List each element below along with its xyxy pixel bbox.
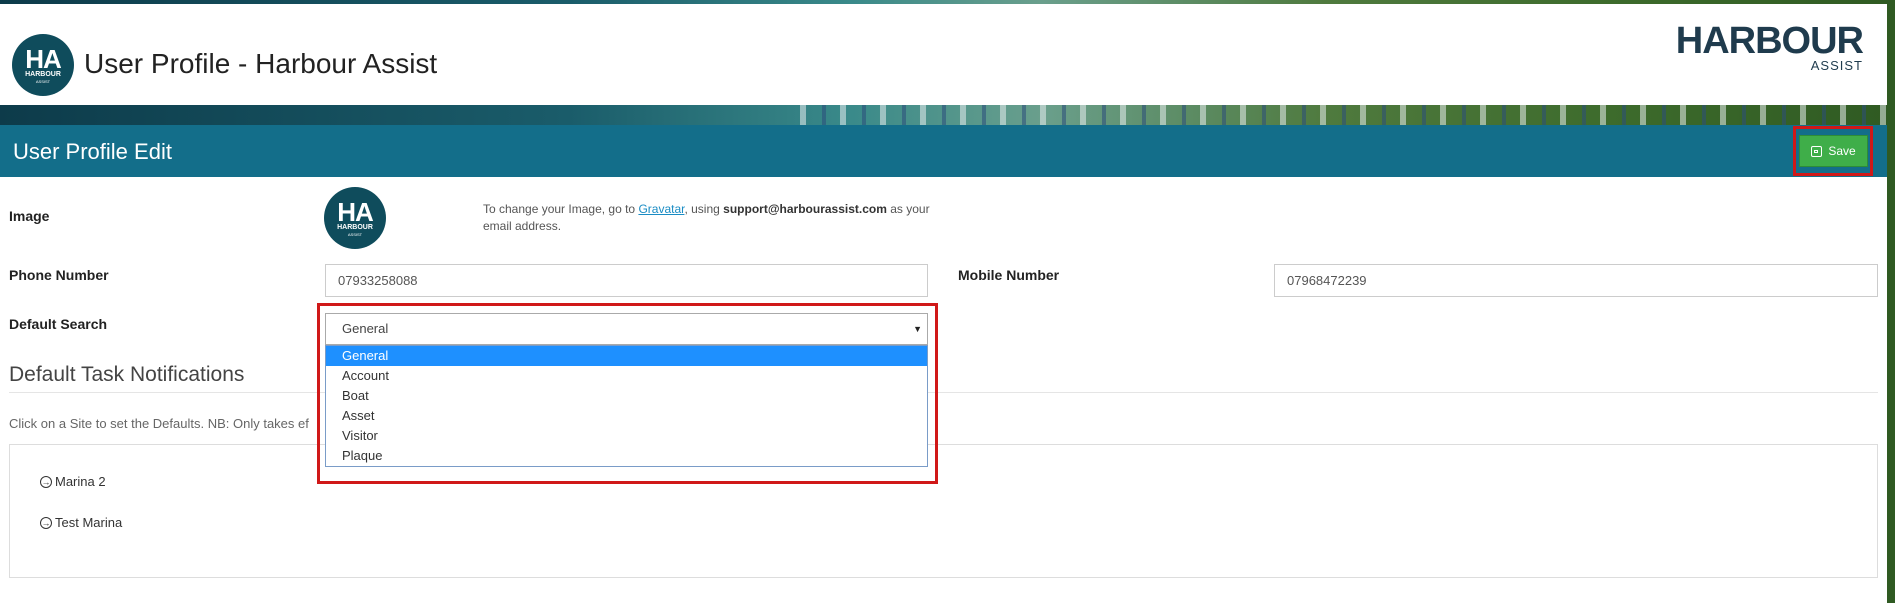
divider (9, 392, 1878, 393)
save-button[interactable]: Save (1799, 135, 1868, 167)
avatar: HA HARBOUR ASSIST (324, 187, 386, 249)
phone-label: Phone Number (9, 267, 109, 283)
brand-logo: HARBOUR ASSIST (1675, 20, 1864, 72)
sites-panel: → Marina 2 → Test Marina (9, 444, 1878, 578)
notifications-note: Click on a Site to set the Defaults. NB:… (9, 416, 309, 431)
arrow-circle-right-icon: → (40, 516, 52, 529)
page-title: User Profile - Harbour Assist (84, 48, 438, 79)
save-label: Save (1828, 144, 1856, 158)
dropdown-highlight (317, 303, 938, 484)
logo-text: HARBOUR (25, 70, 61, 78)
section-title: User Profile Edit (13, 139, 172, 164)
mobile-label: Mobile Number (958, 267, 1060, 283)
help-text: , using (684, 202, 724, 216)
page-header: HA HARBOUR ASSIST User Profile - Harbour… (0, 4, 1887, 105)
phone-number-input[interactable]: 07933258088 (325, 264, 928, 297)
mobile-number-input[interactable]: 07968472239 (1274, 264, 1878, 297)
avatar-text: ASSIST (347, 231, 363, 237)
logo-text: ASSIST (35, 78, 51, 84)
avatar-text: HA (337, 196, 374, 227)
image-help-text: To change your Image, go to Gravatar, us… (483, 201, 943, 235)
image-label: Image (9, 208, 50, 224)
help-text: To change your Image, go to (483, 202, 639, 216)
arrow-circle-right-icon: → (40, 475, 52, 488)
support-email: support@harbourassist.com (723, 202, 887, 216)
site-label: Marina 2 (55, 474, 106, 489)
site-label: Test Marina (55, 515, 123, 530)
site-marina-2[interactable]: → Marina 2 (40, 474, 106, 489)
avatar-text: HARBOUR (337, 223, 373, 231)
logo-text: HA (25, 43, 62, 74)
gravatar-link[interactable]: Gravatar (638, 202, 684, 216)
notifications-title: Default Task Notifications (9, 363, 245, 386)
brand-name: HARBOUR (1675, 20, 1864, 62)
default-search-label: Default Search (9, 316, 108, 332)
site-test-marina[interactable]: → Test Marina (40, 515, 122, 530)
section-bar: User Profile Edit (0, 125, 1887, 177)
save-icon (1811, 145, 1823, 157)
harbour-assist-logo[interactable]: HA HARBOUR ASSIST (12, 34, 74, 96)
